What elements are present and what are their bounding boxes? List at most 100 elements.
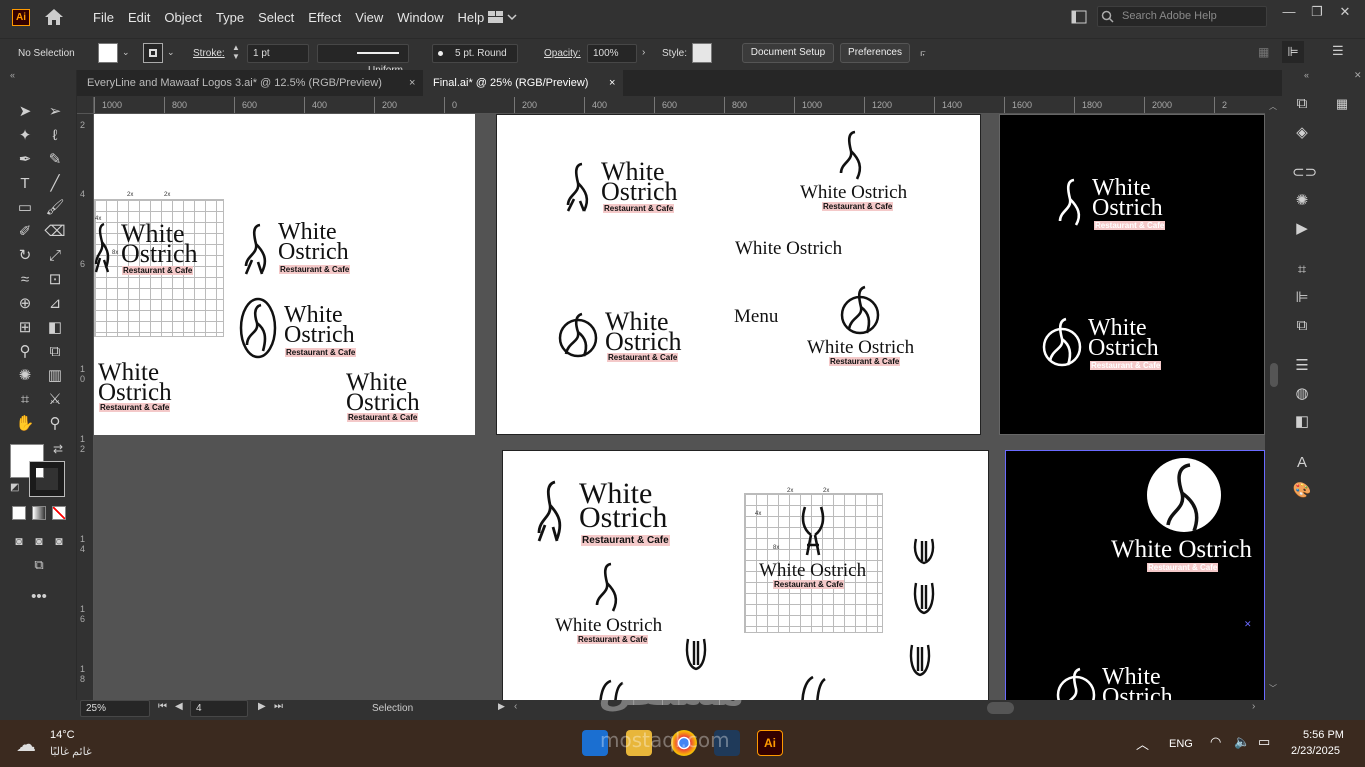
warp-tool-icon[interactable]: ≈ <box>14 269 36 291</box>
artboard-tool-icon[interactable]: ⌗ <box>14 389 36 411</box>
collapse-icon[interactable]: « <box>10 70 15 80</box>
chevron-down-icon[interactable]: ⌄ <box>122 47 130 58</box>
close-window-button[interactable]: ✕ <box>1334 4 1356 20</box>
edit-toolbar-icon[interactable]: ••• <box>28 586 50 608</box>
artboard-5[interactable]: White Ostrich Restaurant & Cafe ✕ White … <box>1005 450 1265 700</box>
clock-date[interactable]: 2/23/2025 <box>1291 745 1340 757</box>
scroll-left-icon[interactable]: ‹ <box>514 701 517 712</box>
menu-item-edit[interactable]: Edit <box>121 10 157 25</box>
mesh-tool-icon[interactable]: ⊞ <box>14 317 36 339</box>
home-icon[interactable] <box>44 8 64 26</box>
color-mode-icon[interactable] <box>12 506 26 520</box>
volume-icon[interactable]: 🔈 <box>1234 734 1250 750</box>
stroke-label[interactable]: Stroke: <box>193 44 225 63</box>
zoom-select[interactable]: 25% <box>80 700 150 717</box>
minimize-button[interactable]: — <box>1278 4 1300 20</box>
opacity-field[interactable]: 100% <box>587 44 637 63</box>
search-input[interactable]: Search Adobe Help <box>1097 6 1267 27</box>
tab-everyline-logos[interactable]: EveryLine and Mawaaf Logos 3.ai* @ 12.5%… <box>77 70 423 96</box>
arrange-icon[interactable]: ⟔ <box>920 44 926 60</box>
actions-panel-icon[interactable]: ▶ <box>1292 219 1312 239</box>
blend-tool-icon[interactable]: ⧉ <box>44 341 66 363</box>
menu-item-file[interactable]: File <box>86 10 121 25</box>
align-panel-icon[interactable]: ⊫ <box>1292 288 1312 308</box>
stroke-stepper-icon[interactable]: ▲ ▼ <box>232 43 240 61</box>
horizontal-ruler[interactable]: 1000 800 600 400 200 0 200 400 600 800 1000 1200 140… <box>94 97 1265 114</box>
direct-selection-tool-icon[interactable]: ➢ <box>44 101 66 123</box>
horizontal-scroll-thumb[interactable] <box>987 702 1014 714</box>
next-artboard-icon[interactable]: ▶ <box>258 701 266 712</box>
close-tab-icon[interactable]: × <box>609 70 615 96</box>
perspective-grid-icon[interactable]: ⊿ <box>44 293 66 315</box>
draw-behind-icon[interactable]: ◙ <box>28 530 50 552</box>
artboard-3[interactable]: White Ostrich Restaurant & Cafe White Os… <box>999 114 1265 435</box>
pen-tool-icon[interactable]: ✒ <box>14 149 36 171</box>
collapse-icon[interactable]: « <box>1304 70 1309 80</box>
previous-artboard-icon[interactable]: ◀ <box>175 701 183 712</box>
shape-builder-icon[interactable]: ⊕ <box>14 293 36 315</box>
artboard-2[interactable]: White Ostrich Restaurant & Cafe White Os… <box>496 114 981 435</box>
draw-inside-icon[interactable]: ◙ <box>48 530 70 552</box>
arrange-documents-icon[interactable] <box>1071 10 1087 24</box>
tab-final[interactable]: Final.ai* @ 25% (RGB/Preview) <box>423 70 623 96</box>
gradient-panel-icon[interactable]: ◧ <box>1292 412 1312 432</box>
scroll-right-icon[interactable]: › <box>1252 701 1255 712</box>
screen-mode-icon[interactable]: ⧉ <box>28 554 50 576</box>
links-panel-icon[interactable]: ⊂⊃ <box>1292 163 1317 183</box>
brush-select[interactable]: 5 pt. Round <box>432 44 518 63</box>
character-panel-icon[interactable]: A <box>1292 453 1312 473</box>
close-panel-icon[interactable]: ✕ <box>1354 70 1362 81</box>
close-tab-icon[interactable]: × <box>409 70 415 96</box>
type-tool-icon[interactable]: T <box>14 173 36 195</box>
vertical-ruler[interactable]: 2 4 6 1 0 1 2 1 4 1 6 1 8 <box>77 114 94 700</box>
color-guide-icon[interactable]: 🎨 <box>1292 481 1312 501</box>
appearance-panel-icon[interactable]: ◍ <box>1292 384 1312 404</box>
menu-item-type[interactable]: Type <box>209 10 251 25</box>
first-artboard-icon[interactable]: ⏮ <box>158 701 167 712</box>
menu-item-help[interactable]: Help <box>450 10 491 25</box>
ruler-origin[interactable] <box>77 97 94 114</box>
artboards-panel-icon[interactable]: ⧉ <box>1292 94 1312 114</box>
last-artboard-icon[interactable]: ⏭ <box>274 701 283 712</box>
panel-menu-icon[interactable]: ☰ <box>1332 43 1344 59</box>
eraser-icon[interactable]: ⌫ <box>44 221 66 243</box>
opacity-label[interactable]: Opacity: <box>544 44 581 63</box>
default-colors-icon[interactable]: ◩ <box>10 482 19 493</box>
layers-panel-icon[interactable]: ◈ <box>1292 123 1312 143</box>
rectangle-tool-icon[interactable]: ▭ <box>14 197 36 219</box>
wifi-icon[interactable]: ◠ <box>1210 734 1221 750</box>
style-swatch[interactable] <box>692 43 712 63</box>
shaper-tool-icon[interactable]: ✐ <box>14 221 36 243</box>
menu-item-object[interactable]: Object <box>157 10 209 25</box>
draw-normal-icon[interactable]: ◙ <box>8 530 30 552</box>
language-indicator[interactable]: ENG <box>1169 738 1193 750</box>
weather-cloud-icon[interactable]: ☁ <box>16 732 36 757</box>
scroll-up-icon[interactable]: ︿ <box>1269 101 1277 112</box>
magic-wand-icon[interactable]: ✦ <box>14 125 36 147</box>
chevron-down-icon[interactable]: ⌄ <box>167 47 175 58</box>
slice-tool-icon[interactable]: ⚔ <box>44 389 66 411</box>
vertical-scrollbar[interactable]: ︿ ﹀ <box>1265 97 1282 700</box>
transform-panel-icon[interactable]: ⌗ <box>1292 260 1312 280</box>
menu-item-view[interactable]: View <box>348 10 390 25</box>
gradient-mode-icon[interactable] <box>32 506 46 520</box>
none-mode-icon[interactable] <box>52 506 66 520</box>
chevron-up-icon[interactable]: ︿ <box>1136 734 1149 753</box>
menu-item-effect[interactable]: Effect <box>301 10 348 25</box>
artboard-4[interactable]: White Ostrich Restaurant & Cafe 2x 2x 4x… <box>502 450 989 700</box>
preferences-button[interactable]: Preferences <box>840 43 910 63</box>
graph-tool-icon[interactable]: ▥ <box>44 365 66 387</box>
stroke-panel-icon[interactable]: ☰ <box>1292 356 1312 376</box>
pathfinder-panel-icon[interactable]: ⧉ <box>1292 316 1312 336</box>
weather-temperature[interactable]: 14°C <box>50 729 75 741</box>
menu-item-select[interactable]: Select <box>251 10 301 25</box>
battery-icon[interactable]: ▭ <box>1258 734 1270 750</box>
selection-tool-icon[interactable]: ➤ <box>14 101 36 123</box>
gradient-tool-icon[interactable]: ◧ <box>44 317 66 339</box>
vertical-scroll-thumb[interactable] <box>1270 363 1278 387</box>
canvas[interactable]: 2x 2x 4x 8x White Ostrich Restaurant & C… <box>94 114 1265 700</box>
maximize-button[interactable]: ❐ <box>1306 4 1328 20</box>
zoom-tool-icon[interactable]: ⚲ <box>44 413 66 435</box>
document-setup-button[interactable]: Document Setup <box>742 43 834 63</box>
menu-item-window[interactable]: Window <box>390 10 450 25</box>
